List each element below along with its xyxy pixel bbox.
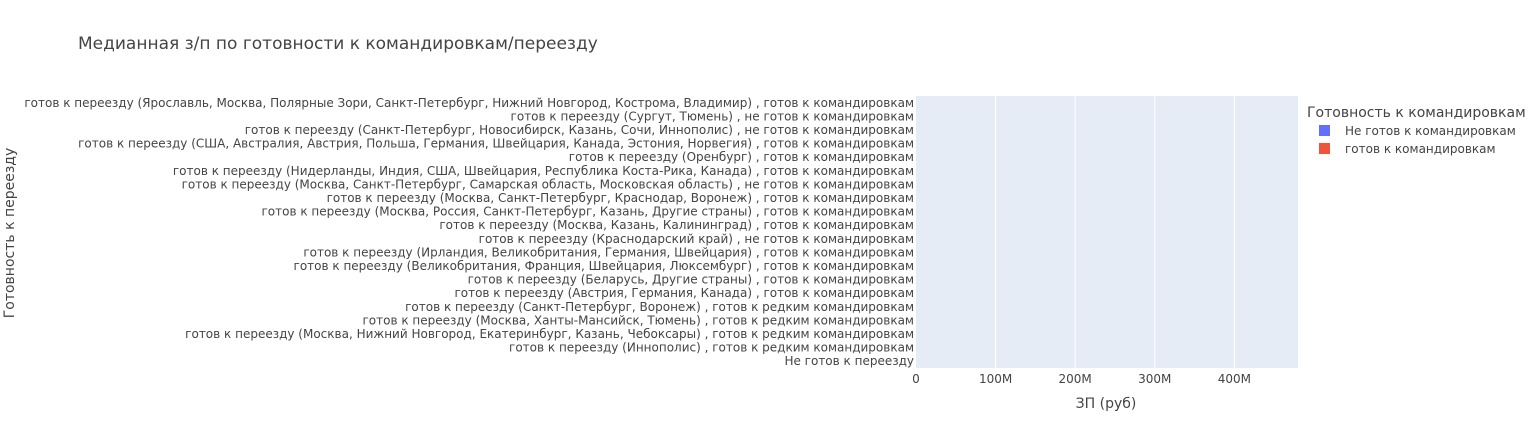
y-tick-label: готов к переезду (Австрия, Германия, Кан… xyxy=(454,286,914,300)
y-tick-label: готов к переезду (Иннополис) , готов к р… xyxy=(509,341,914,355)
y-tick-label: готов к переезду (Москва, Казань, Калини… xyxy=(439,218,914,232)
salary-bar-chart: Медианная з/п по готовности к командиров… xyxy=(2,34,1526,412)
plot-area xyxy=(916,96,1298,368)
legend-swatch xyxy=(1319,125,1330,136)
y-tick-label: готов к переезду (Сургут, Тюмень) , не г… xyxy=(511,109,914,123)
y-tick-label: готов к переезду (Великобритания, Франци… xyxy=(294,259,914,273)
y-tick-label: готов к переезду (Ярославль, Москва, Пол… xyxy=(24,96,914,110)
y-tick-label: готов к переезду (Нидерланды, Индия, США… xyxy=(173,164,914,178)
legend-swatch xyxy=(1319,143,1330,154)
y-tick-label: готов к переезду (Санкт-Петербург, Новос… xyxy=(245,123,914,137)
y-tick-label: готов к переезду (Москва, Нижний Новгоро… xyxy=(185,327,914,341)
x-tick-label: 0 xyxy=(912,372,920,386)
y-tick-label: готов к переезду (Москва, Ханты-Мансийск… xyxy=(362,313,914,327)
y-tick-label: готов к переезду (Беларусь, Другие стран… xyxy=(468,273,914,287)
y-tick-label: готов к переезду (Москва, Санкт-Петербур… xyxy=(327,191,914,205)
y-tick-label: готов к переезду (Оренбург) , готов к ко… xyxy=(569,150,914,164)
y-tick-label: готов к переезду (США, Австралия, Австри… xyxy=(78,137,914,151)
y-tick-label: готов к переезду (Краснодарский край) , … xyxy=(479,232,914,246)
x-tick-labels: 0 100M 200M 300M 400M xyxy=(912,372,1251,386)
y-tick-label: готов к переезду (Санкт-Петербург, Ворон… xyxy=(405,300,914,314)
y-tick-label: готов к переезду (Москва, Санкт-Петербур… xyxy=(182,177,914,191)
legend-label: готов к командировкам xyxy=(1345,142,1496,156)
y-tick-labels: готов к переезду (Ярославль, Москва, Пол… xyxy=(24,96,914,368)
y-axis-title: Готовность к переезду xyxy=(2,148,18,319)
x-tick-label: 100M xyxy=(979,372,1012,386)
legend-title: Готовность к командировкам xyxy=(1307,105,1526,121)
x-tick-label: 300M xyxy=(1138,372,1171,386)
x-axis-title: ЗП (руб) xyxy=(1076,396,1137,412)
y-tick-label: Не готов к переезду xyxy=(784,354,914,368)
legend-label: Не готов к командировкам xyxy=(1345,124,1516,138)
legend: Готовность к командировкам Не готов к ко… xyxy=(1307,105,1526,156)
x-tick-label: 400M xyxy=(1218,372,1251,386)
y-tick-label: готов к переезду (Ирландия, Великобритан… xyxy=(303,245,914,259)
x-tick-label: 200M xyxy=(1059,372,1092,386)
chart-title: Медианная з/п по готовности к командиров… xyxy=(78,34,598,54)
y-tick-label: готов к переезду (Москва, Россия, Санкт-… xyxy=(261,205,914,219)
